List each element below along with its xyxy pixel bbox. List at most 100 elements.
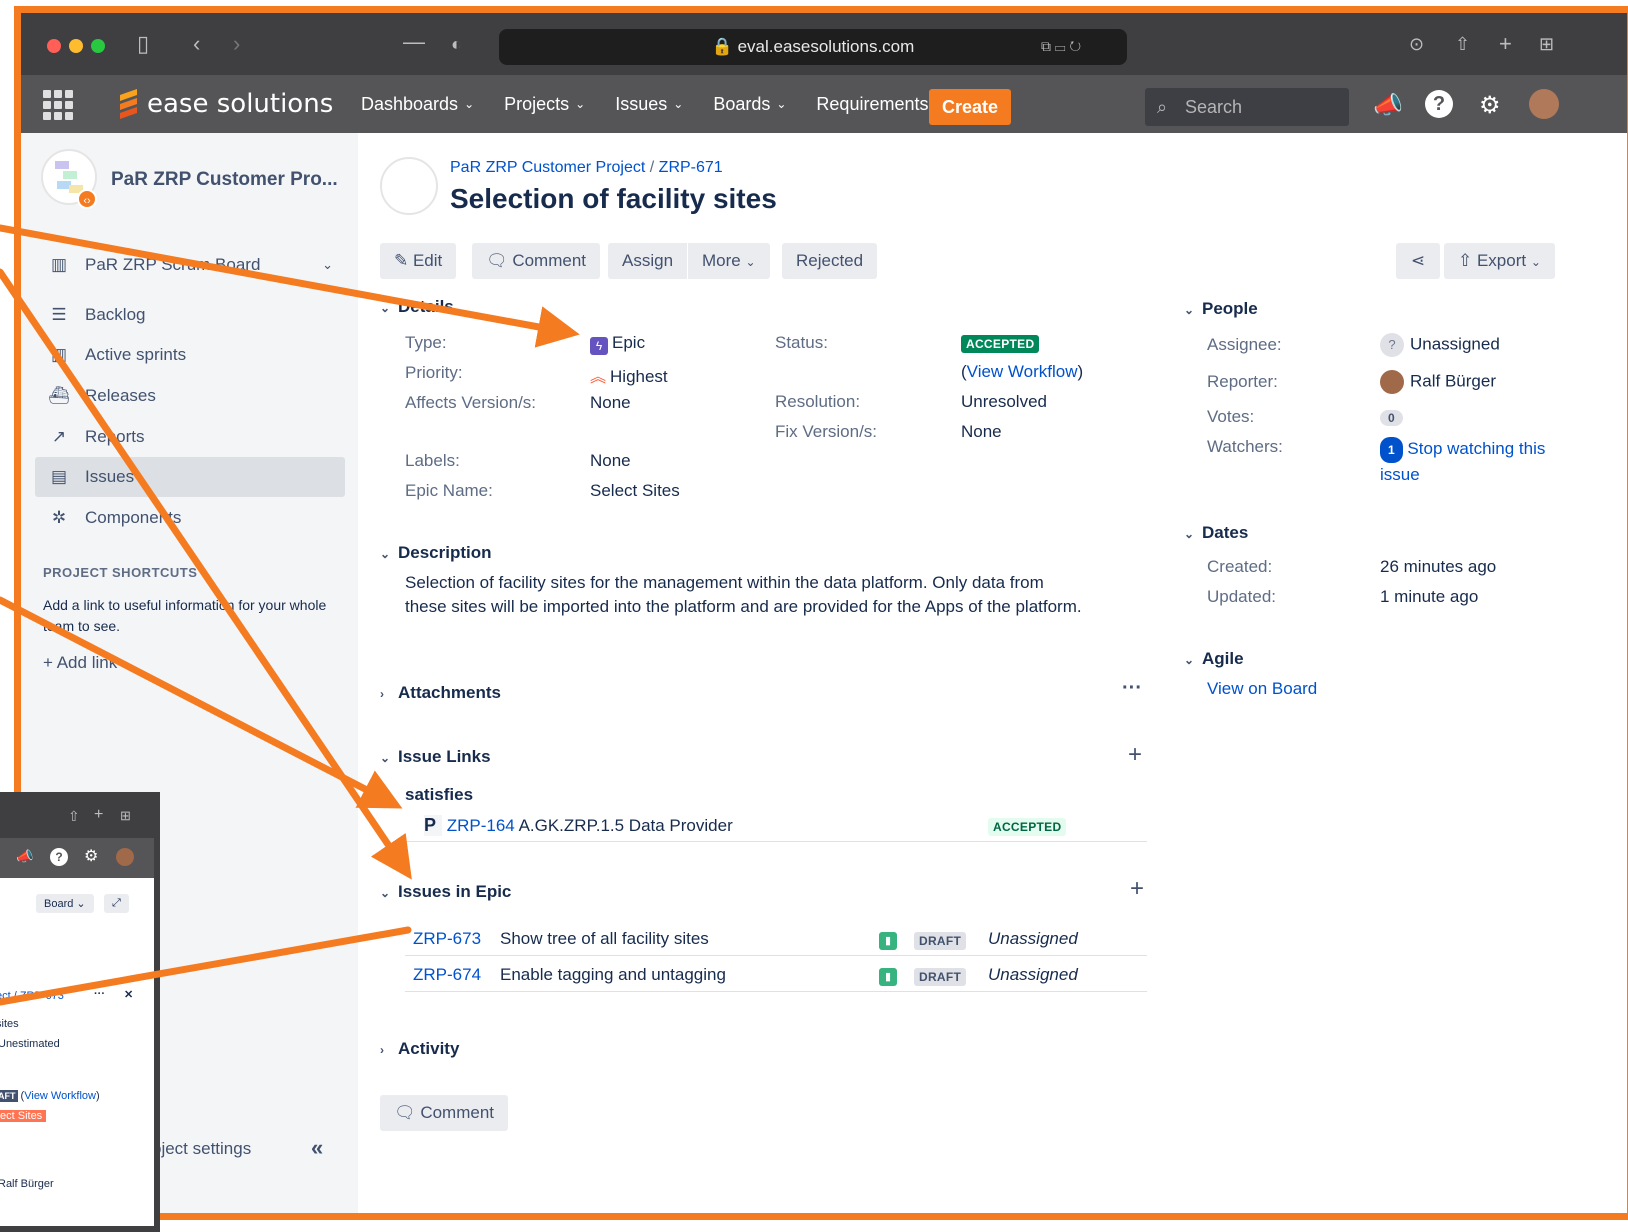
votes-value[interactable]: 0 <box>1380 407 1403 427</box>
status-badge: DRAFT <box>914 932 967 950</box>
view-workflow-link[interactable]: View Workflow <box>967 362 1078 381</box>
browser-toolbar: ▯ ‹ › — ◐ 🔒 eval.easesolutions.com ⧉ ▭ ↻… <box>21 13 1627 75</box>
reporter-value[interactable]: Ralf Bürger <box>1380 370 1496 394</box>
avatar[interactable] <box>1529 89 1559 119</box>
type-label: Type: <box>405 333 447 352</box>
epic-issue-summary[interactable]: Enable tagging and untagging <box>500 965 726 985</box>
fix-version-label: Fix Version/s: <box>775 422 878 441</box>
page-title[interactable]: Selection of facility sites <box>450 183 777 215</box>
shield-icon[interactable]: ◐ <box>451 33 462 55</box>
sidebar-item-issues[interactable]: ▤ Issues <box>35 457 345 497</box>
add-comment-button[interactable]: 🗨 Comment <box>380 1095 508 1131</box>
translate-icon[interactable]: ⧉ ▭ ↻ <box>1041 35 1081 57</box>
stop-watching-link[interactable]: Stop watching this issue <box>1380 439 1545 484</box>
download-icon[interactable]: ⊙ <box>1409 33 1424 55</box>
new-tab-icon[interactable]: + <box>1499 33 1512 55</box>
status-badge: AFT <box>0 1090 18 1102</box>
logo[interactable]: ease solutions <box>117 87 333 121</box>
breadcrumb-separator: / <box>649 159 659 176</box>
labels-value[interactable]: None <box>590 451 631 471</box>
add-link-button[interactable]: + Add link <box>43 653 117 673</box>
back-icon[interactable]: ‹ <box>193 33 200 55</box>
nav-requirements[interactable]: Requirements⌄ <box>816 94 944 115</box>
breadcrumb-project-link[interactable]: PaR ZRP Customer Project <box>450 159 645 176</box>
sidebar-item-backlog[interactable]: ☰ Backlog <box>35 295 345 335</box>
chevron-down-icon: ⌄ <box>380 751 391 765</box>
search-input[interactable]: ⌕ Search <box>1145 88 1349 126</box>
nav-dashboards[interactable]: Dashboards ⌄ <box>361 94 474 115</box>
rejected-transition-button[interactable]: Rejected <box>782 243 878 279</box>
minimize-window-button[interactable] <box>69 39 83 53</box>
board-dropdown: Board ⌄ <box>36 894 94 913</box>
project-name[interactable]: PaR ZRP Customer Pro... <box>111 169 338 191</box>
sidebar-item-reports[interactable]: ↗ Reports <box>35 417 345 457</box>
share-icon: ⋖ <box>1410 251 1426 270</box>
gear-icon[interactable]: ⚙ <box>1479 91 1501 120</box>
tab-indicator-icon: — <box>403 29 425 54</box>
help-icon[interactable]: ? <box>1425 90 1453 118</box>
collapse-sidebar-icon[interactable]: « <box>311 1135 323 1161</box>
more-options-icon[interactable]: ··· <box>1122 677 1142 700</box>
description-section-toggle[interactable]: ⌄ Description <box>380 543 492 563</box>
description-heading: Description <box>398 543 492 562</box>
export-button[interactable]: ⇧ Export ⌄ <box>1444 243 1555 279</box>
details-section-toggle[interactable]: ⌄ Details <box>380 297 454 317</box>
epic-issue-key[interactable]: ZRP-674 <box>413 965 481 985</box>
chevron-down-icon: ⌄ <box>380 886 391 900</box>
fix-version-value[interactable]: None <box>961 422 1002 442</box>
issue-links-section-toggle[interactable]: ⌄ Issue Links <box>380 747 491 767</box>
assignee-text: Unassigned <box>1410 334 1500 354</box>
nav-boards[interactable]: Boards ⌄ <box>713 94 786 115</box>
address-bar[interactable]: 🔒 eval.easesolutions.com <box>499 29 1127 65</box>
forward-icon[interactable]: › <box>233 33 240 55</box>
board-label: Board <box>44 898 74 910</box>
edit-label: Edit <box>412 251 443 270</box>
create-button[interactable]: Create <box>929 89 1011 125</box>
sidebar-item-active-sprints[interactable]: ▥ Active sprints <box>35 335 345 375</box>
description-text[interactable]: Selection of facility sites for the mana… <box>405 571 1085 619</box>
attachments-heading: Attachments <box>398 683 501 702</box>
linked-issue-key[interactable]: ZRP-164 <box>447 816 515 835</box>
add-link-icon[interactable]: + <box>1128 741 1142 769</box>
share-icon[interactable]: ⇧ <box>1455 33 1470 55</box>
breadcrumb-issue-link[interactable]: ZRP-671 <box>659 159 723 176</box>
close-window-button[interactable] <box>47 39 61 53</box>
more-button[interactable]: More ⌄ <box>688 243 770 279</box>
board-selector[interactable]: ▥ PaR ZRP Scrum Board ⌄ <box>35 245 345 285</box>
app-switcher-icon[interactable] <box>43 90 73 120</box>
attachments-section-toggle[interactable]: › Attachments <box>380 683 501 703</box>
people-section-toggle[interactable]: ⌄ People <box>1184 299 1258 319</box>
add-issue-icon[interactable]: + <box>1130 875 1144 903</box>
pencil-icon: ✎ <box>394 251 413 270</box>
epic-issue-key[interactable]: ZRP-673 <box>413 929 481 949</box>
board-label: PaR ZRP Scrum Board <box>85 255 261 274</box>
assign-button[interactable]: Assign <box>608 243 688 279</box>
nav-projects[interactable]: Projects ⌄ <box>504 94 585 115</box>
edit-button[interactable]: ✎ Edit <box>380 243 457 279</box>
more-label: More <box>702 251 741 270</box>
watchers-count[interactable]: 1 <box>1380 437 1403 463</box>
sidebar-toggle-icon[interactable]: ▯ <box>137 33 149 55</box>
nav-issues[interactable]: Issues ⌄ <box>615 94 683 115</box>
sidebar-item-releases[interactable]: ⛴ Releases <box>35 376 345 416</box>
zoom-window-button[interactable] <box>91 39 105 53</box>
epic-name-value[interactable]: Select Sites <box>590 481 680 501</box>
dates-section-toggle[interactable]: ⌄ Dates <box>1184 523 1248 543</box>
epic-issue-summary[interactable]: Show tree of all facility sites <box>500 929 709 949</box>
activity-section-toggle[interactable]: › Activity <box>380 1039 459 1059</box>
share-button[interactable]: ⋖ <box>1396 243 1440 279</box>
chevron-down-icon: ⌄ <box>380 547 391 561</box>
sidebar-item-components[interactable]: ✲ Components <box>35 498 345 538</box>
sidebar-item-label: Releases <box>85 386 156 405</box>
project-avatar[interactable] <box>380 157 438 215</box>
tab-overview-icon[interactable]: ⊞ <box>1539 33 1554 55</box>
issues-in-epic-section-toggle[interactable]: ⌄ Issues in Epic <box>380 882 511 902</box>
view-on-board-link[interactable]: View on Board <box>1207 679 1317 699</box>
comment-button[interactable]: 🗨 Comment <box>472 243 600 279</box>
url-text: eval.easesolutions.com <box>737 37 915 56</box>
assignee-value[interactable]: ? Unassigned <box>1380 333 1500 357</box>
agile-section-toggle[interactable]: ⌄ Agile <box>1184 649 1244 669</box>
inset-browser-toolbar: ⇧ + ⊞ <box>0 798 154 838</box>
megaphone-icon[interactable]: 📣 <box>1373 91 1403 120</box>
linked-issue-row[interactable]: P ZRP-164 A.GK.ZRP.1.5 Data Provider <box>424 815 733 836</box>
